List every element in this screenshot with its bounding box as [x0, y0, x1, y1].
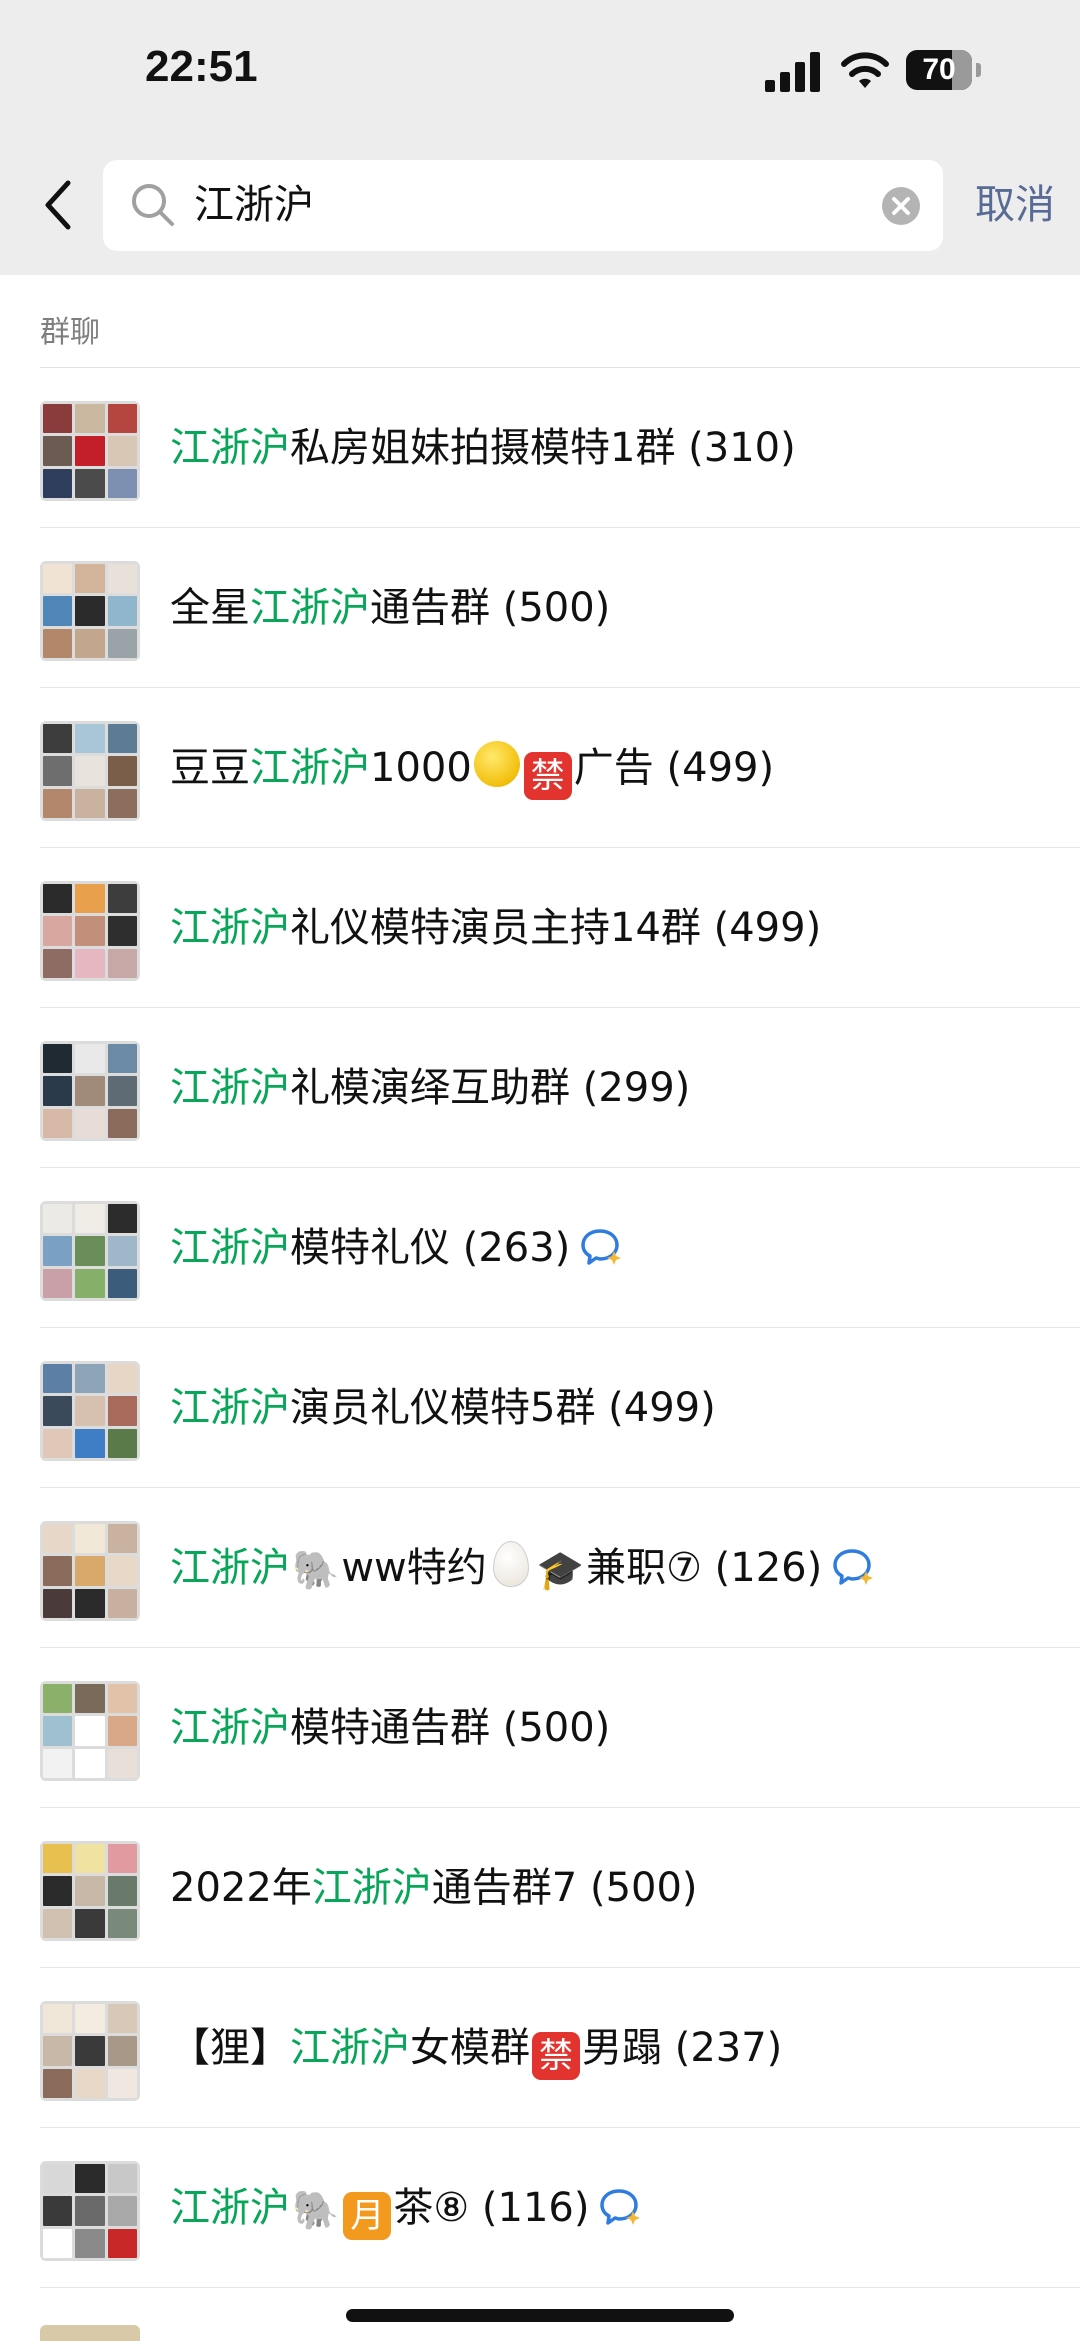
group-name-rest: 私房姐妹拍摄模特1群 (310) — [290, 425, 796, 471]
section-title: 群聊 — [40, 315, 100, 350]
highlight-keyword: 江浙沪 — [170, 1065, 290, 1111]
avatar — [40, 1201, 140, 1301]
list-item[interactable]: 江浙沪模特通告群 (500) — [0, 1648, 1080, 1808]
group-name-rest: ww特约 — [341, 1545, 487, 1591]
group-name-rest: 礼模演绎互助群 (299) — [290, 1065, 691, 1111]
list-item[interactable]: 江浙沪模特礼仪 (263) — [0, 1168, 1080, 1328]
group-name: 【狸】江浙沪女模群禁男蹋 (237) — [170, 1968, 782, 2128]
chat-bubble-icon — [833, 1549, 874, 1585]
group-name: 2022年江浙沪通告群7 (500) — [170, 1808, 698, 1968]
highlight-keyword: 江浙沪 — [290, 2025, 410, 2071]
highlight-keyword: 江浙沪 — [170, 905, 290, 951]
search-input[interactable]: 江浙沪 — [103, 160, 943, 251]
group-name-rest: 礼仪模特演员主持14群 (499) — [290, 905, 822, 951]
search-header: 江浙沪 取消 — [0, 150, 1080, 275]
battery-level-text: 70 — [922, 53, 956, 86]
avatar — [40, 2325, 140, 2341]
moon-badge-icon: 月 — [343, 2192, 392, 2240]
group-name: 全星江浙沪通告群 (500) — [170, 528, 610, 688]
search-results: 群聊 江浙沪私房姐妹拍摄模特1群 (310) 全星江浙沪通告群 (500) 豆豆江浙… — [0, 275, 1080, 2341]
group-name-tail: 兼职⑦ (126) — [586, 1545, 823, 1591]
clear-icon[interactable] — [881, 186, 921, 226]
group-name-prefix: 2022年 — [170, 1865, 312, 1911]
highlight-keyword: 江浙沪 — [170, 1225, 290, 1271]
group-name-prefix: 全星 — [170, 585, 250, 631]
elephant-icon: 🐘 — [292, 2188, 340, 2232]
group-name-rest: 模特通告群 (500) — [290, 1705, 611, 1751]
graduation-cap-icon: 🎓 — [536, 1548, 585, 1592]
avatar — [40, 1361, 140, 1461]
prohibited-badge-icon: 禁 — [523, 752, 572, 800]
avatar — [40, 1521, 140, 1621]
highlight-keyword: 江浙沪 — [250, 585, 370, 631]
avatar — [40, 2001, 140, 2101]
highlight-keyword: 江浙沪 — [170, 1385, 290, 1431]
highlight-keyword: 江浙沪 — [170, 1545, 290, 1591]
highlight-keyword: 江浙沪 — [170, 425, 290, 471]
egg-icon — [492, 1541, 529, 1587]
avatar — [40, 1841, 140, 1941]
chevron-left-icon[interactable] — [38, 175, 78, 235]
list-item[interactable]: 江浙沪礼模演绎互助群 (299) — [0, 1008, 1080, 1168]
status-time: 22:51 — [145, 42, 258, 91]
group-name-tail: 广告 (499) — [573, 745, 775, 791]
chat-bubble-icon — [600, 2189, 641, 2225]
signal-icon — [765, 52, 820, 92]
group-name: 江浙沪礼模演绎互助群 (299) — [170, 1008, 690, 1168]
list-item[interactable]: 2022年江浙沪通告群7 (500) — [0, 1808, 1080, 1968]
chat-bubble-icon — [581, 1229, 622, 1265]
coin-emoji-icon — [473, 741, 520, 787]
list-item[interactable]: 江浙沪🐘ww特约 🎓兼职⑦ (126) — [0, 1488, 1080, 1648]
list-item[interactable]: 全星江浙沪通告群 (500) — [0, 528, 1080, 688]
avatar — [40, 1681, 140, 1781]
group-name: 江浙沪模特通告群 (500) — [170, 1648, 610, 1808]
battery-indicator: 70 — [906, 50, 982, 90]
list-item[interactable]: 江浙沪礼仪模特演员主持14群 (499) — [0, 848, 1080, 1008]
highlight-keyword: 江浙沪 — [170, 2185, 290, 2231]
elephant-icon: 🐘 — [292, 1548, 340, 1592]
group-name-tail: 茶⑧ (116) — [393, 2185, 590, 2231]
avatar — [40, 401, 140, 501]
group-name: 江浙沪🐘 月茶⑧ (116) — [170, 2128, 643, 2288]
avatar — [40, 561, 140, 661]
list-item[interactable]: 【狸】江浙沪女模群禁男蹋 (237) — [0, 1968, 1080, 2128]
highlight-keyword: 江浙沪 — [170, 1705, 290, 1751]
list-item[interactable]: 江浙沪🐘 月茶⑧ (116) — [0, 2128, 1080, 2288]
group-name-prefix: 【狸】 — [170, 2025, 290, 2071]
group-name-rest: 1000 — [370, 745, 472, 791]
group-name: 豆豆江浙沪1000 禁广告 (499) — [170, 688, 774, 848]
wifi-icon — [841, 52, 889, 88]
home-indicator — [346, 2309, 734, 2322]
avatar — [40, 1041, 140, 1141]
avatar — [40, 721, 140, 821]
highlight-keyword: 江浙沪 — [250, 745, 370, 791]
group-name: 江浙沪模特礼仪 (263) — [170, 1168, 624, 1328]
avatar — [40, 2161, 140, 2261]
group-name-rest: 模特礼仪 (263) — [290, 1225, 571, 1271]
group-name: 江浙沪礼仪模特演员主持14群 (499) — [170, 848, 821, 1008]
group-name: 江浙沪演员礼仪模特5群 (499) — [170, 1328, 716, 1488]
search-icon — [132, 184, 174, 226]
prohibited-badge-icon: 禁 — [532, 2032, 580, 2080]
group-name-tail: 男蹋 (237) — [582, 2025, 783, 2071]
list-item[interactable]: 江浙沪私房姐妹拍摄模特1群 (310) — [0, 368, 1080, 528]
list-item[interactable]: 江浙沪演员礼仪模特5群 (499) — [0, 1328, 1080, 1488]
search-query[interactable]: 江浙沪 — [194, 160, 314, 251]
highlight-keyword: 江浙沪 — [311, 1865, 432, 1911]
group-chat-list: 江浙沪私房姐妹拍摄模特1群 (310) 全星江浙沪通告群 (500) 豆豆江浙沪10… — [0, 368, 1080, 2288]
group-name-rest: 演员礼仪模特5群 (499) — [290, 1385, 716, 1431]
group-name: 江浙沪私房姐妹拍摄模特1群 (310) — [170, 368, 796, 528]
cancel-button[interactable]: 取消 — [975, 150, 1055, 260]
group-name-rest: 女模群 — [410, 2025, 530, 2071]
group-name: 江浙沪🐘ww特约 🎓兼职⑦ (126) — [170, 1488, 876, 1648]
group-name-rest: 通告群7 (500) — [431, 1865, 698, 1911]
list-item[interactable]: 豆豆江浙沪1000 禁广告 (499) — [0, 688, 1080, 848]
status-bar: 22:51 70 — [0, 0, 1080, 150]
group-name-prefix: 豆豆 — [170, 745, 250, 791]
avatar — [40, 881, 140, 981]
group-name-rest: 通告群 (500) — [370, 585, 611, 631]
